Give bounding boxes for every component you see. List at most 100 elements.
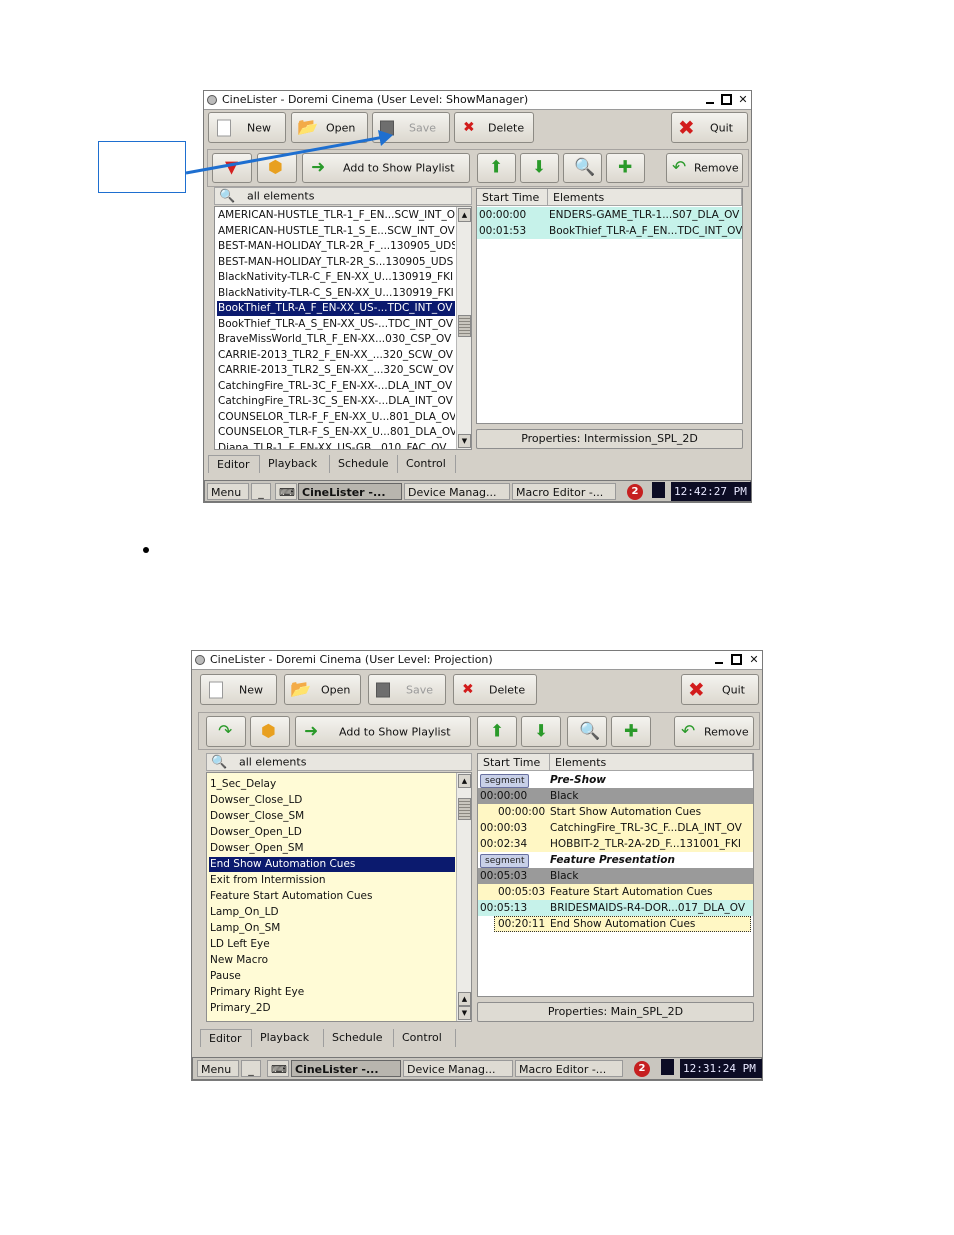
playlist-start-time: 00:05:03: [480, 870, 528, 882]
quit-button[interactable]: ✖ Quit: [681, 674, 759, 705]
list-item[interactable]: Pause: [209, 969, 455, 984]
segment-name: Feature Presentation: [550, 854, 675, 866]
list-item[interactable]: Dowser_Open_SM: [209, 841, 455, 856]
playlist-segment-row[interactable]: segment Pre-Show: [478, 772, 753, 788]
list-item[interactable]: End Show Automation Cues: [209, 857, 455, 872]
green-undo-arrow-icon: ↶: [681, 721, 696, 741]
list-item[interactable]: Dowser_Open_LD: [209, 825, 455, 840]
open-button[interactable]: 📂 Open: [284, 674, 361, 705]
open-folder-icon: 📂: [290, 679, 312, 699]
add-button[interactable]: ✚: [611, 716, 651, 747]
new-document-icon: [209, 681, 223, 698]
insert-green-button[interactable]: ↷: [206, 716, 246, 747]
playlist-row[interactable]: 00:00:00 Start Show Automation Cues: [478, 804, 753, 820]
playlist-start-time: 00:00:03: [480, 822, 528, 834]
elements-column-header[interactable]: Elements: [550, 754, 753, 771]
list-scrollbar[interactable]: ▲ ▲ ▼: [456, 773, 471, 1021]
maximize-icon[interactable]: [731, 654, 742, 665]
scroll-thumb[interactable]: [458, 798, 471, 820]
minimize-icon[interactable]: [713, 653, 725, 666]
new-button[interactable]: New: [200, 674, 277, 705]
task-cinelister[interactable]: CineLister -...: [291, 1060, 401, 1077]
remove-button[interactable]: ↶ Remove: [674, 716, 754, 747]
keyboard-icon[interactable]: ⌨: [267, 1060, 289, 1077]
scroll-down-icon[interactable]: ▼: [458, 1006, 471, 1020]
list-item[interactable]: Primary Right Eye: [209, 985, 455, 1000]
segment-tag: segment: [480, 854, 530, 868]
clock: 12:31:24 PM: [680, 1059, 762, 1078]
playlist-row[interactable]: 00:00:00 Black: [478, 788, 753, 804]
notification-badge[interactable]: 2: [634, 1061, 650, 1077]
bullet-point: [143, 547, 149, 553]
green-arrow-down-icon: ⬇: [534, 721, 549, 741]
list-item[interactable]: Dowser_Close_SM: [209, 809, 455, 824]
green-arrow-up-icon: ⬆: [490, 721, 505, 741]
playlist-row[interactable]: 00:05:03 Black: [478, 868, 753, 884]
playlist-element-name: Feature Start Automation Cues: [550, 886, 713, 898]
add-to-show-playlist-button[interactable]: ➜ Add to Show Playlist: [295, 716, 471, 747]
delete-x-icon: ✖: [462, 681, 474, 697]
scroll-down-icon[interactable]: ▲: [458, 992, 471, 1006]
elements-list[interactable]: 1_Sec_Delay Dowser_Close_LD Dowser_Close_S…: [206, 772, 472, 1022]
list-item[interactable]: Feature Start Automation Cues: [209, 889, 455, 904]
playlist-element-name: Start Show Automation Cues: [550, 806, 702, 818]
element-filter-bar[interactable]: 🔍 all elements: [206, 753, 472, 771]
playlist-row[interactable]: 00:05:13 BRIDESMAIDS-R4-DOR...017_DLA_OV: [478, 900, 753, 916]
tab-control[interactable]: Control: [394, 1029, 456, 1047]
list-item[interactable]: Lamp_On_LD: [209, 905, 455, 920]
green-plus-icon: ✚: [624, 721, 639, 741]
tab-editor[interactable]: Editor: [200, 1029, 252, 1047]
app-icon: [195, 655, 205, 665]
playlist-element-name: End Show Automation Cues: [550, 918, 696, 930]
menu-button[interactable]: Menu: [197, 1060, 239, 1077]
task-device-manager[interactable]: Device Manag...: [403, 1060, 513, 1077]
close-icon[interactable]: ✕: [748, 653, 760, 666]
quit-x-icon: ✖: [688, 677, 705, 701]
show-desktop-button[interactable]: _: [241, 1060, 261, 1077]
cube-remove-icon: ⬢: [261, 721, 276, 741]
playlist-row[interactable]: 00:00:03 CatchingFire_TRL-3C_F...DLA_INT_…: [478, 820, 753, 836]
playlist-row[interactable]: 00:20:11 End Show Automation Cues: [494, 916, 751, 932]
segment-tag: segment: [480, 774, 530, 788]
properties-bar[interactable]: Properties: Main_SPL_2D: [477, 1002, 754, 1022]
title-bar[interactable]: CineLister - Doremi Cinema (User Level: …: [192, 651, 762, 670]
list-item[interactable]: New Macro: [209, 953, 455, 968]
playlist-element-name: Black: [550, 790, 579, 802]
playlist-start-time: 00:20:11: [498, 918, 546, 930]
search-button[interactable]: 🔍: [567, 716, 607, 747]
scroll-up-icon[interactable]: ▲: [458, 774, 471, 788]
show-playlist[interactable]: Start Time Elements segment Pre-Show 00:00…: [477, 753, 754, 997]
segment-name: Pre-Show: [550, 774, 606, 786]
tab-schedule[interactable]: Schedule: [324, 1029, 394, 1047]
taskbar: Menu _ ⌨ CineLister -... Device Manag...…: [192, 1057, 762, 1080]
playlist-row[interactable]: 00:05:03 Feature Start Automation Cues: [478, 884, 753, 900]
playlist-start-time: 00:00:00: [480, 790, 528, 802]
list-item[interactable]: Lamp_On_SM: [209, 921, 455, 936]
list-item[interactable]: Primary_2D: [209, 1001, 455, 1016]
green-arrow-right-icon: ➜: [304, 721, 319, 741]
remove-element-button[interactable]: ⬢: [250, 716, 290, 747]
search-icon: 🔍: [211, 755, 228, 770]
playlist-row[interactable]: 00:02:34 HOBBIT-2_TLR-2A-2D_F...131001_FK…: [478, 836, 753, 852]
playlist-start-time: 00:02:34: [480, 838, 528, 850]
save-disk-icon: [376, 682, 390, 697]
save-button[interactable]: Save: [368, 674, 446, 705]
list-item[interactable]: LD Left Eye: [209, 937, 455, 952]
playlist-element-name: HOBBIT-2_TLR-2A-2D_F...131001_FKI: [550, 838, 741, 850]
tray-indicator: [661, 1059, 674, 1075]
bottom-tabs: Editor Playback Schedule Control: [200, 1029, 470, 1049]
playlist-start-time: 00:05:13: [480, 902, 528, 914]
green-curved-arrow-icon: ↷: [218, 721, 233, 741]
tab-playback[interactable]: Playback: [252, 1029, 324, 1047]
start-time-column-header[interactable]: Start Time: [478, 754, 550, 771]
delete-button[interactable]: ✖ Delete: [453, 674, 537, 705]
playlist-segment-row[interactable]: segment Feature Presentation: [478, 852, 753, 868]
list-item[interactable]: 1_Sec_Delay: [209, 777, 455, 792]
task-macro-editor[interactable]: Macro Editor -...: [515, 1060, 623, 1077]
move-down-button[interactable]: ⬇: [521, 716, 561, 747]
list-item[interactable]: Dowser_Close_LD: [209, 793, 455, 808]
playlist-element-name: CatchingFire_TRL-3C_F...DLA_INT_OV: [550, 822, 742, 834]
playlist-start-time: 00:05:03: [498, 886, 546, 898]
list-item[interactable]: Exit from Intermission: [209, 873, 455, 888]
move-up-button[interactable]: ⬆: [477, 716, 517, 747]
